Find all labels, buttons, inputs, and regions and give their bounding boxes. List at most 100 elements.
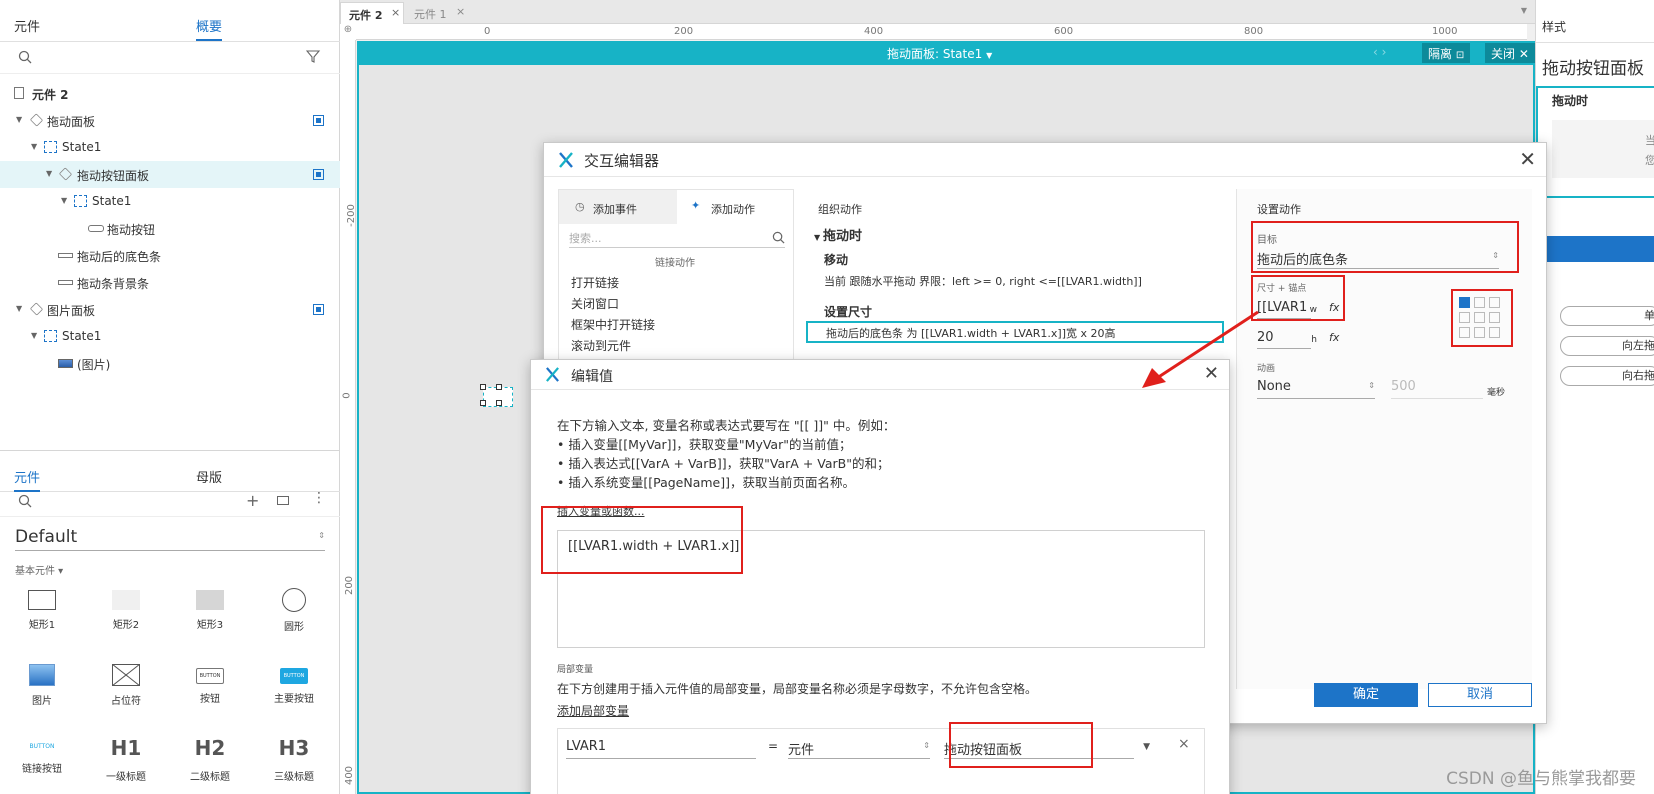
isolate-button[interactable]: 隔离 ⊡ xyxy=(1422,43,1471,63)
select-updown-icon: ⇕ xyxy=(1368,381,1375,390)
drag-left-button[interactable]: 向左拖 xyxy=(1560,336,1654,356)
tab-dropdown-icon[interactable]: ▼ xyxy=(1521,6,1527,15)
action-item[interactable]: 框架中打开链接 xyxy=(571,316,655,333)
tab-outline[interactable]: 概要 xyxy=(196,16,223,41)
state-selector[interactable]: 拖动面板: State1 ▼ xyxy=(887,45,992,62)
edit-value-dialog: 编辑值 ✕ 在下方输入文本, 变量名称或表达式要写在 "[[ ]]" 中。例如：… xyxy=(530,359,1230,794)
visibility-checkbox-icon[interactable] xyxy=(313,304,324,315)
tree-item-drag-button-panel[interactable]: ▼ 拖动按钮面板 xyxy=(0,161,340,188)
tree-item-state[interactable]: ▼ State1 xyxy=(0,188,340,215)
tab-add-event[interactable]: ◷ 添加事件 xyxy=(559,190,677,224)
add-interaction-bar[interactable] xyxy=(1536,236,1654,262)
equals-sign: = xyxy=(768,739,779,753)
expand-arrow-icon[interactable]: ▼ xyxy=(31,142,37,151)
widget-link-button[interactable]: BUTTON 链接按钮 xyxy=(0,740,84,775)
tree-item-fill-bar[interactable]: 拖动后的底色条 xyxy=(0,242,340,269)
expand-arrow-icon[interactable]: ▼ xyxy=(16,115,22,124)
resize-handle[interactable] xyxy=(496,400,502,406)
event-node[interactable]: ▼ 拖动时 xyxy=(814,225,862,244)
fx-icon[interactable]: fx xyxy=(1329,331,1339,344)
close-tab-icon[interactable]: × xyxy=(456,5,465,18)
close-icon[interactable]: ✕ xyxy=(1519,147,1536,171)
tree-item-page[interactable]: 元件 2 xyxy=(0,80,340,107)
remove-var-icon[interactable]: × xyxy=(1178,736,1190,752)
tree-item-state[interactable]: ▼ State1 xyxy=(0,134,340,161)
library-copy-icon[interactable] xyxy=(277,496,289,505)
ruler-tick-label: 0 xyxy=(341,392,353,399)
widget-placeholder[interactable]: 占位符 xyxy=(84,664,168,707)
search-icon[interactable] xyxy=(772,231,785,244)
resize-handle[interactable] xyxy=(480,400,486,406)
tab-library[interactable]: 元件 xyxy=(14,467,41,492)
resize-handle[interactable] xyxy=(480,384,486,390)
widget-h1[interactable]: H1 一级标题 xyxy=(84,738,168,783)
library-select[interactable]: Default ⇕ xyxy=(15,525,325,551)
action-item[interactable]: 关闭窗口 xyxy=(571,295,619,312)
widget-h2[interactable]: H2 二级标题 xyxy=(168,738,252,783)
tree-item-drag-button[interactable]: 拖动按钮 xyxy=(0,215,340,242)
var-name-input[interactable]: LVAR1 xyxy=(566,737,756,759)
widget-button[interactable]: BUTTON 按钮 xyxy=(168,664,252,705)
search-icon[interactable] xyxy=(18,494,32,508)
expand-arrow-icon[interactable]: ▼ xyxy=(31,331,37,340)
expand-arrow-icon[interactable]: ▼ xyxy=(16,304,22,313)
expand-arrow-icon[interactable]: ▼ xyxy=(61,196,67,205)
interaction-card[interactable]: 拖动时 当 您 xyxy=(1536,86,1654,198)
tab-masters[interactable]: 母版 xyxy=(196,467,222,486)
widget-rect2[interactable]: 矩形2 xyxy=(84,590,168,631)
ok-button[interactable]: 确定 xyxy=(1314,683,1418,707)
search-icon[interactable] xyxy=(18,50,32,64)
widget-image[interactable]: 图片 xyxy=(0,664,84,707)
drag-right-button[interactable]: 向右拖 xyxy=(1560,366,1654,386)
add-local-var-link[interactable]: 添加局部变量 xyxy=(557,702,629,719)
doc-tab-active[interactable]: 元件 2 × xyxy=(340,2,404,24)
visibility-checkbox-icon[interactable] xyxy=(313,169,324,180)
filter-icon[interactable] xyxy=(306,50,321,64)
left-top-tabbar: 元件 概要 xyxy=(0,0,340,42)
widget-primary-button[interactable]: BUTTON 主要按钮 xyxy=(252,664,336,705)
action-item[interactable]: 滚动到元件 xyxy=(571,337,631,354)
case-button[interactable]: 单 xyxy=(1560,306,1654,326)
truncated-text: 您 xyxy=(1645,154,1654,167)
var-type-select[interactable]: 元件 ⇕ xyxy=(788,737,930,759)
action-search-input[interactable]: 搜索... xyxy=(569,228,785,248)
visibility-checkbox-icon[interactable] xyxy=(313,115,324,126)
animation-select[interactable]: None ⇕ xyxy=(1257,377,1375,399)
chevron-down-icon[interactable]: ▼ xyxy=(1143,742,1150,752)
action-group-title[interactable]: 设置尺寸 xyxy=(824,303,872,320)
dialog-title: 交互编辑器 xyxy=(584,152,660,170)
cancel-button[interactable]: 取消 xyxy=(1428,683,1532,707)
tab-add-action[interactable]: ✦ 添加动作 xyxy=(677,190,795,224)
tree-item-drag-panel[interactable]: ▼ 拖动面板 xyxy=(0,107,340,134)
close-tab-icon[interactable]: × xyxy=(391,6,400,19)
tree-label: 图片面板 xyxy=(47,304,96,318)
action-item[interactable]: 打开链接 xyxy=(571,274,619,291)
ruler-tick-label: 0 xyxy=(484,26,491,37)
duration-input[interactable]: 500 xyxy=(1391,377,1483,399)
widget-label: 链接按钮 xyxy=(22,764,62,775)
widget-rect1[interactable]: 矩形1 xyxy=(0,590,84,631)
more-icon[interactable]: ⋮ xyxy=(312,490,326,506)
tree-item-track-bar[interactable]: 拖动条背景条 xyxy=(0,269,340,296)
widget-h3[interactable]: H3 三级标题 xyxy=(252,738,336,783)
state-icon xyxy=(44,141,57,153)
rectangle-icon xyxy=(58,253,73,258)
watermark: CSDN @鱼与熊掌我都要 xyxy=(1446,769,1636,789)
doc-tab[interactable]: 元件 1 × xyxy=(406,2,470,24)
expand-arrow-icon[interactable]: ▼ xyxy=(46,169,52,178)
tree-item-image[interactable]: (图片) xyxy=(0,350,340,377)
close-panel-button[interactable]: 关闭 ✕ xyxy=(1485,43,1535,63)
add-icon[interactable]: + xyxy=(246,491,259,510)
widget-rect3[interactable]: 矩形3 xyxy=(168,590,252,631)
library-section-label[interactable]: 基本元件 ▾ xyxy=(15,562,63,577)
height-input[interactable]: 20 h xyxy=(1257,329,1317,349)
widget-circle[interactable]: 圆形 xyxy=(252,588,336,633)
tab-style[interactable]: 样式 xyxy=(1542,18,1566,35)
action-description[interactable]: 当前 跟随水平拖动 界限：left >= 0, right <=[[LVAR1.… xyxy=(824,273,1142,289)
tree-item-image-panel[interactable]: ▼ 图片面板 xyxy=(0,296,340,323)
tree-item-state[interactable]: ▼ State1 xyxy=(0,323,340,350)
nav-arrows-icon[interactable]: ‹ › xyxy=(1373,45,1386,59)
tab-components[interactable]: 元件 xyxy=(14,16,40,35)
resize-handle[interactable] xyxy=(496,384,502,390)
action-group-title[interactable]: 移动 xyxy=(824,251,848,268)
